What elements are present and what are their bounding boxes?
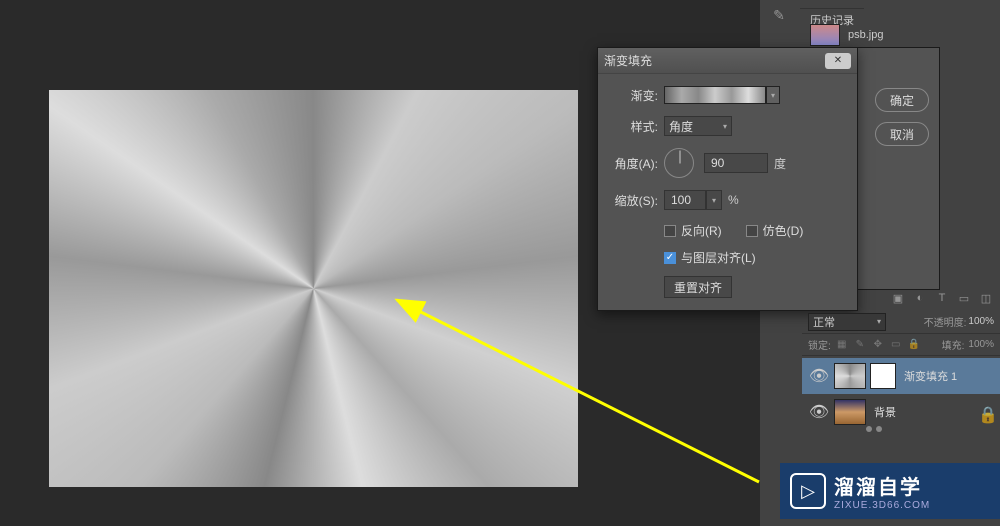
- chevron-down-icon: ▾: [723, 122, 727, 131]
- style-label: 样式:: [608, 118, 658, 135]
- style-row: 样式: 角度 ▾: [608, 116, 847, 136]
- dot: [876, 426, 882, 432]
- layer-background[interactable]: 👁 背景 🔒: [802, 394, 1000, 430]
- blend-mode-value: 正常: [813, 314, 835, 330]
- history-filename: psb.jpg: [848, 29, 883, 41]
- align-checkbox[interactable]: [664, 252, 676, 264]
- reset-align-button[interactable]: 重置对齐: [664, 276, 732, 298]
- layer-name[interactable]: 背景: [874, 404, 978, 420]
- gradient-picker-button[interactable]: ▾: [766, 86, 780, 104]
- style-select[interactable]: 角度 ▾: [664, 116, 732, 136]
- align-label: 与图层对齐(L): [681, 249, 756, 266]
- reverse-dither-row: 反向(R) 仿色(D): [664, 222, 847, 239]
- dialog-titlebar[interactable]: 渐变填充 ✕: [598, 48, 857, 74]
- close-button[interactable]: ✕: [825, 53, 851, 69]
- dialog-body: 确定 取消 渐变: ▾ 样式: 角度 ▾ 角度(A): 度 缩放(S): ▾: [598, 74, 857, 310]
- dither-checkbox-item[interactable]: 仿色(D): [746, 222, 804, 239]
- visibility-toggle[interactable]: 👁: [810, 367, 828, 385]
- reverse-checkbox-item[interactable]: 反向(R): [664, 222, 722, 239]
- lock-artboard-icon[interactable]: ▭: [889, 338, 903, 352]
- gradient-fill-dialog: 渐变填充 ✕ 确定 取消 渐变: ▾ 样式: 角度 ▾ 角度(A): 度: [597, 47, 858, 311]
- gradient-row: 渐变: ▾: [608, 86, 847, 104]
- scale-dropdown-button[interactable]: ▾: [706, 190, 722, 210]
- scale-row: 缩放(S): ▾ %: [608, 190, 847, 210]
- layer-gradient-fill[interactable]: 👁 渐变填充 1: [802, 358, 1000, 394]
- watermark-subtitle: ZIXUE.3D66.COM: [834, 500, 930, 511]
- angle-unit: 度: [774, 155, 786, 172]
- angle-input[interactable]: [704, 153, 768, 173]
- layers-blend-row: 正常 ▾ 不透明度: 100%: [802, 310, 1000, 334]
- filter-shape-icon[interactable]: ▭: [956, 290, 972, 306]
- dither-label: 仿色(D): [763, 222, 804, 239]
- opacity-value[interactable]: 100%: [968, 316, 994, 327]
- layer-link-dots: [866, 426, 882, 432]
- dot: [866, 426, 872, 432]
- fill-label: 填充:: [942, 337, 965, 352]
- ok-button[interactable]: 确定: [875, 88, 929, 112]
- chevron-down-icon: ▾: [771, 91, 775, 100]
- angle-label: 角度(A):: [608, 155, 658, 172]
- layer-thumbnail[interactable]: [834, 399, 866, 425]
- watermark-title: 溜溜自学: [834, 471, 930, 500]
- gradient-label: 渐变:: [608, 87, 658, 104]
- fill-value[interactable]: 100%: [968, 339, 994, 350]
- lock-all-icon[interactable]: 🔒: [907, 338, 921, 352]
- filter-adjust-icon[interactable]: ◐: [912, 290, 928, 306]
- lock-brush-icon[interactable]: ✎: [853, 338, 867, 352]
- cancel-button[interactable]: 取消: [875, 122, 929, 146]
- align-row: 与图层对齐(L): [664, 249, 847, 266]
- filter-smart-icon[interactable]: ◫: [978, 290, 994, 306]
- dither-checkbox[interactable]: [746, 225, 758, 237]
- canvas-content: [49, 90, 578, 487]
- layer-name[interactable]: 渐变填充 1: [904, 368, 992, 384]
- scale-label: 缩放(S):: [608, 192, 658, 209]
- history-thumbnail: [810, 24, 840, 46]
- scale-unit: %: [728, 193, 739, 207]
- watermark-text: 溜溜自学 ZIXUE.3D66.COM: [834, 471, 930, 511]
- filter-text-icon[interactable]: T: [934, 290, 950, 306]
- chevron-down-icon: ▾: [877, 317, 881, 326]
- align-checkbox-item[interactable]: 与图层对齐(L): [664, 249, 756, 266]
- scale-input[interactable]: [664, 190, 706, 210]
- brush-icon[interactable]: ✎: [770, 6, 788, 24]
- canvas-area: [49, 90, 578, 487]
- lock-icon[interactable]: 🔒: [978, 405, 992, 419]
- lock-pixels-icon[interactable]: ▦: [835, 338, 849, 352]
- style-value: 角度: [669, 118, 693, 135]
- dialog-extra-bg: [858, 47, 940, 290]
- opacity-label: 不透明度:: [924, 314, 967, 329]
- angle-dial[interactable]: [664, 148, 694, 178]
- history-item[interactable]: psb.jpg: [810, 20, 970, 50]
- blend-mode-select[interactable]: 正常 ▾: [808, 313, 886, 331]
- layer-mask-thumbnail[interactable]: [870, 363, 896, 389]
- visibility-toggle[interactable]: 👁: [810, 403, 828, 421]
- reverse-label: 反向(R): [681, 222, 722, 239]
- layers-filter-icons: ▣ ◐ T ▭ ◫: [890, 290, 994, 306]
- watermark-play-icon: ▷: [790, 473, 826, 509]
- lock-position-icon[interactable]: ✥: [871, 338, 885, 352]
- watermark: ▷ 溜溜自学 ZIXUE.3D66.COM: [780, 463, 1000, 519]
- layer-thumbnail[interactable]: [834, 363, 866, 389]
- layers-lock-row: 锁定: ▦ ✎ ✥ ▭ 🔒 填充: 100%: [802, 334, 1000, 356]
- filter-image-icon[interactable]: ▣: [890, 290, 906, 306]
- gradient-preview[interactable]: [664, 86, 766, 104]
- reverse-checkbox[interactable]: [664, 225, 676, 237]
- chevron-down-icon: ▾: [712, 196, 716, 205]
- dialog-title: 渐变填充: [604, 52, 652, 69]
- angle-row: 角度(A): 度: [608, 148, 847, 178]
- panel-tab-icons-top: ✎: [764, 0, 794, 24]
- lock-label: 锁定:: [808, 337, 831, 352]
